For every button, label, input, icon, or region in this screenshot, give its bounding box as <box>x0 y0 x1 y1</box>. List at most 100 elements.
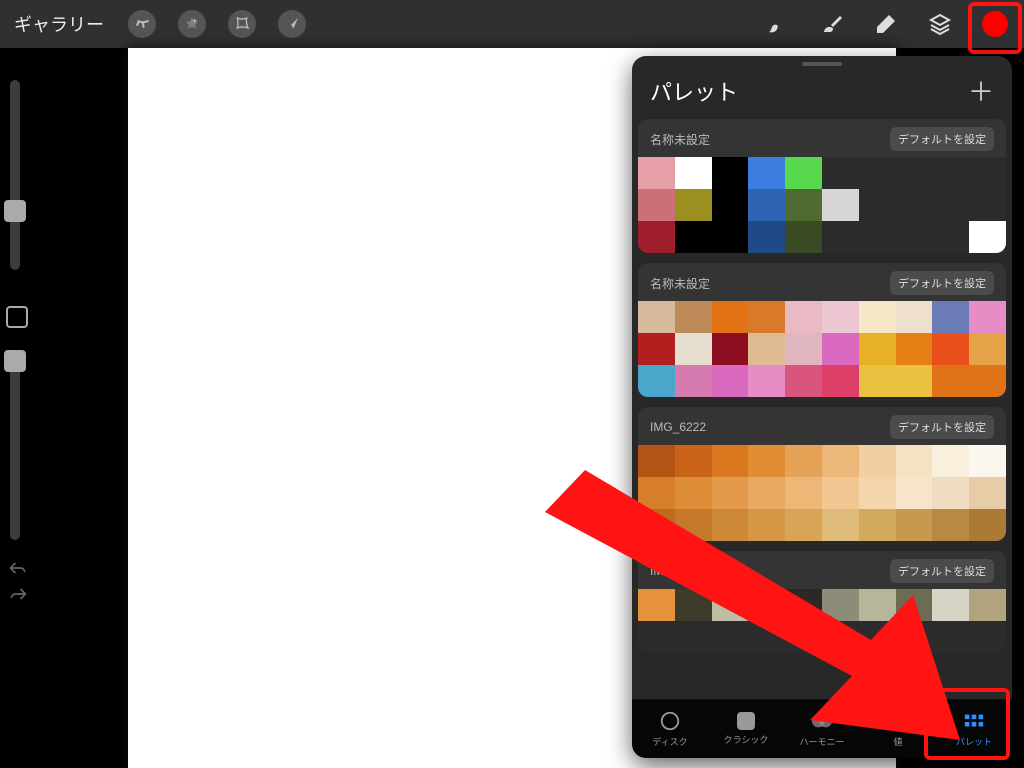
swatch[interactable] <box>675 189 712 221</box>
swatch[interactable] <box>638 477 675 509</box>
palette-name[interactable]: IMG_6 <box>650 564 686 578</box>
swatch[interactable] <box>932 157 969 189</box>
swatch[interactable] <box>712 157 749 189</box>
swatch[interactable] <box>896 589 933 621</box>
swatch[interactable] <box>785 589 822 621</box>
swatch[interactable] <box>785 477 822 509</box>
swatch[interactable] <box>969 301 1006 333</box>
swatch[interactable] <box>748 621 785 653</box>
swatch[interactable] <box>896 221 933 253</box>
actions-button[interactable] <box>128 10 156 38</box>
swatch[interactable] <box>969 365 1006 397</box>
palette-name[interactable]: 名称未設定 <box>650 131 710 148</box>
swatch[interactable] <box>932 365 969 397</box>
tab-harmony[interactable]: ハーモニー <box>790 710 854 748</box>
swatch[interactable] <box>712 189 749 221</box>
swatch[interactable] <box>712 621 749 653</box>
modify-button[interactable] <box>6 306 28 328</box>
swatch[interactable] <box>932 189 969 221</box>
swatch[interactable] <box>969 589 1006 621</box>
swatch[interactable] <box>748 365 785 397</box>
swatch[interactable] <box>785 221 822 253</box>
swatch[interactable] <box>638 589 675 621</box>
slider-thumb[interactable] <box>4 350 26 372</box>
swatch[interactable] <box>822 621 859 653</box>
swatch[interactable] <box>748 221 785 253</box>
swatch[interactable] <box>859 221 896 253</box>
swatch[interactable] <box>785 333 822 365</box>
swatch[interactable] <box>859 301 896 333</box>
swatch[interactable] <box>748 477 785 509</box>
swatch[interactable] <box>785 621 822 653</box>
set-default-button[interactable]: デフォルトを設定 <box>890 415 994 439</box>
swatch[interactable] <box>932 301 969 333</box>
swatch[interactable] <box>675 301 712 333</box>
tab-disk[interactable]: ディスク <box>638 710 702 748</box>
swatch[interactable] <box>748 189 785 221</box>
swatch[interactable] <box>859 157 896 189</box>
swatch[interactable] <box>785 189 822 221</box>
swatch[interactable] <box>748 509 785 541</box>
swatch[interactable] <box>638 157 675 189</box>
gallery-link[interactable]: ギャラリー <box>0 11 118 37</box>
swatch[interactable] <box>822 189 859 221</box>
swatch[interactable] <box>748 445 785 477</box>
swatch[interactable] <box>896 301 933 333</box>
swatch[interactable] <box>638 221 675 253</box>
swatch[interactable] <box>822 365 859 397</box>
swatch[interactable] <box>712 509 749 541</box>
swatch[interactable] <box>638 445 675 477</box>
swatch[interactable] <box>638 621 675 653</box>
swatch[interactable] <box>822 221 859 253</box>
swatch[interactable] <box>675 589 712 621</box>
set-default-button[interactable]: デフォルトを設定 <box>890 127 994 151</box>
swatch[interactable] <box>638 365 675 397</box>
swatch[interactable] <box>932 509 969 541</box>
swatch[interactable] <box>859 509 896 541</box>
swatch[interactable] <box>859 477 896 509</box>
adjustments-button[interactable] <box>178 10 206 38</box>
add-palette-button[interactable]: ＋ <box>968 72 994 109</box>
swatch[interactable] <box>932 621 969 653</box>
swatch[interactable] <box>822 589 859 621</box>
swatch[interactable] <box>859 333 896 365</box>
swatch[interactable] <box>712 301 749 333</box>
swatch[interactable] <box>859 621 896 653</box>
set-default-button[interactable]: デフォルトを設定 <box>890 271 994 295</box>
swatch[interactable] <box>822 509 859 541</box>
swatch[interactable] <box>822 157 859 189</box>
swatch[interactable] <box>822 333 859 365</box>
tab-classic[interactable]: クラシック <box>714 712 778 746</box>
swatch[interactable] <box>785 301 822 333</box>
swatch[interactable] <box>932 477 969 509</box>
swatch[interactable] <box>785 157 822 189</box>
swatch[interactable] <box>896 189 933 221</box>
swatch[interactable] <box>896 445 933 477</box>
swatch[interactable] <box>932 445 969 477</box>
palette-name[interactable]: IMG_6222 <box>650 420 706 434</box>
swatch[interactable] <box>712 589 749 621</box>
swatch[interactable] <box>822 477 859 509</box>
swatch[interactable] <box>712 445 749 477</box>
swatch[interactable] <box>969 189 1006 221</box>
swatch[interactable] <box>638 333 675 365</box>
color-button[interactable] <box>982 11 1008 37</box>
redo-button[interactable] <box>8 586 28 602</box>
swatch[interactable] <box>675 157 712 189</box>
swatch[interactable] <box>859 365 896 397</box>
swatch[interactable] <box>932 221 969 253</box>
swatch[interactable] <box>712 365 749 397</box>
set-default-button[interactable]: デフォルトを設定 <box>890 559 994 583</box>
tab-value[interactable]: 値 <box>866 710 930 748</box>
swatch[interactable] <box>785 445 822 477</box>
swatch[interactable] <box>969 157 1006 189</box>
swatch[interactable] <box>859 589 896 621</box>
smudge-icon[interactable] <box>820 12 844 36</box>
swatch[interactable] <box>896 365 933 397</box>
swatch[interactable] <box>748 301 785 333</box>
swatch[interactable] <box>969 445 1006 477</box>
opacity-slider[interactable] <box>10 350 20 540</box>
palette-name[interactable]: 名称未設定 <box>650 275 710 292</box>
swatch[interactable] <box>712 333 749 365</box>
brush-size-slider[interactable] <box>10 80 20 270</box>
